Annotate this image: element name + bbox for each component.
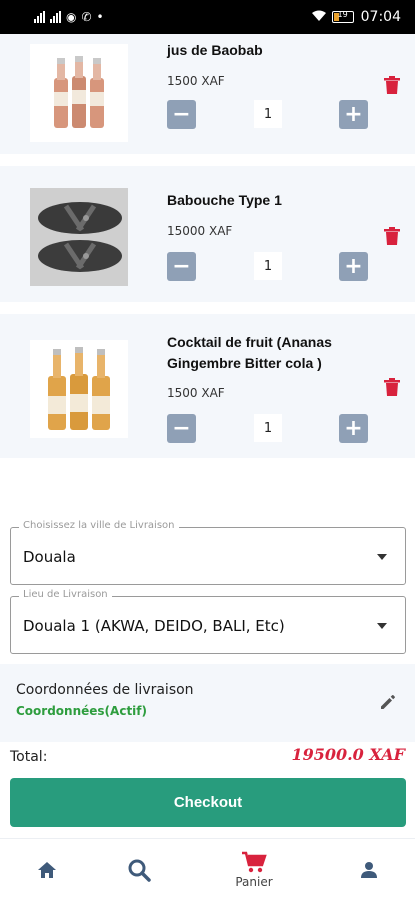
minus-icon: −	[172, 101, 191, 127]
wifi-icon	[311, 10, 327, 24]
city-select[interactable]: Choisissez la ville de Livraison Douala	[10, 520, 406, 585]
product-image-cocktail	[30, 340, 128, 438]
product-price: 1500 XAF	[167, 74, 225, 88]
checkout-button[interactable]: Checkout	[10, 778, 406, 827]
cart-icon	[242, 851, 267, 873]
quantity-value: 1	[254, 414, 282, 442]
nav-account[interactable]	[352, 839, 386, 900]
decrease-quantity-button[interactable]: −	[167, 100, 196, 129]
bottom-nav: Panier	[0, 838, 415, 900]
increase-quantity-button[interactable]: +	[339, 252, 368, 281]
status-left-icons: ◉ ✆ •	[34, 11, 104, 23]
increase-quantity-button[interactable]: +	[339, 100, 368, 129]
delivery-coordinates-title: Coordonnées de livraison	[16, 682, 194, 698]
total-value: 19500.0 XAF	[291, 745, 405, 764]
total-label: Total:	[10, 749, 48, 765]
product-name: Babouche Type 1	[167, 192, 282, 208]
signal-icon	[50, 11, 61, 23]
status-right-icons: 19 07:04	[311, 9, 401, 25]
whatsapp-icon: ✆	[81, 10, 92, 24]
trash-icon[interactable]	[384, 378, 400, 396]
product-name: jus de Baobab	[167, 42, 263, 58]
decrease-quantity-button[interactable]: −	[167, 414, 196, 443]
city-select-label: Choisissez la ville de Livraison	[19, 520, 179, 531]
nav-cart-label: Panier	[235, 875, 273, 889]
trash-icon[interactable]	[384, 227, 400, 245]
product-image-baobab	[30, 44, 128, 142]
decrease-quantity-button[interactable]: −	[167, 252, 196, 281]
home-icon	[38, 862, 56, 878]
delivery-coordinates-row[interactable]: Coordonnées de livraison Coordonnées(Act…	[0, 664, 415, 742]
quantity-value: 1	[254, 252, 282, 280]
nav-search[interactable]	[122, 839, 156, 900]
minus-icon: −	[172, 253, 191, 279]
status-time: 07:04	[360, 9, 401, 25]
quantity-value: 1	[254, 100, 282, 128]
status-bar: ◉ ✆ • 19 07:04	[0, 0, 415, 34]
nav-home[interactable]	[30, 839, 64, 900]
product-price: 15000 XAF	[167, 224, 233, 238]
signal-icon	[34, 11, 45, 23]
city-select-value: Douala	[23, 548, 76, 566]
delivery-place-label: Lieu de Livraison	[19, 589, 112, 600]
product-price: 1500 XAF	[167, 386, 225, 400]
trash-icon[interactable]	[384, 76, 400, 94]
delivery-coordinates-status: Coordonnées(Actif)	[16, 704, 147, 718]
product-image-babouche	[30, 188, 128, 286]
delivery-place-select[interactable]: Lieu de Livraison Douala 1 (AKWA, DEIDO,…	[10, 589, 406, 654]
delivery-place-value: Douala 1 (AKWA, DEIDO, BALI, Etc)	[23, 617, 285, 635]
cart-item: jus de Baobab 1500 XAF − 1 +	[0, 34, 415, 154]
cart-item: Babouche Type 1 15000 XAF − 1 +	[0, 166, 415, 302]
account-icon	[361, 862, 377, 878]
cart-item: Cocktail de fruit (Ananas Gingembre Bitt…	[0, 314, 415, 458]
battery-level: 19	[337, 10, 348, 19]
search-icon	[128, 859, 151, 882]
dropdown-arrow-icon	[377, 554, 387, 560]
plus-icon: +	[344, 415, 363, 441]
increase-quantity-button[interactable]: +	[339, 414, 368, 443]
product-name: Cocktail de fruit (Ananas Gingembre Bitt…	[167, 334, 332, 371]
minus-icon: −	[172, 415, 191, 441]
dropdown-arrow-icon	[377, 623, 387, 629]
plus-icon: +	[344, 101, 363, 127]
edit-icon[interactable]	[378, 692, 398, 712]
notification-dot-icon: •	[96, 10, 104, 24]
nav-cart[interactable]: Panier	[226, 839, 282, 900]
hotspot-icon: ◉	[66, 10, 77, 24]
battery-icon: 19	[331, 10, 354, 23]
plus-icon: +	[344, 253, 363, 279]
